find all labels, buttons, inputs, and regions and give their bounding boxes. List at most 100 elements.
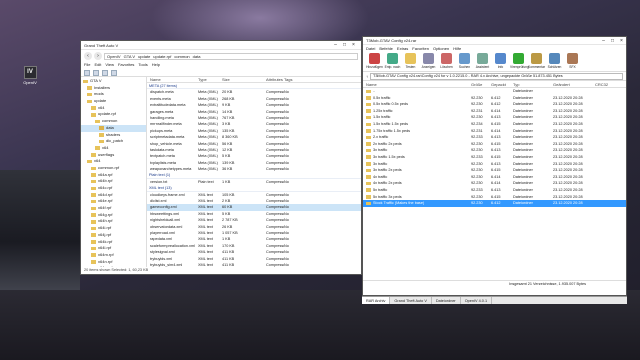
- explorer-titlebar[interactable]: Grand Theft Auto V – □ ×: [81, 41, 361, 50]
- menu-edit[interactable]: Edit: [94, 62, 101, 69]
- list-item[interactable]: 0.5x traffic 92.230 6.412 Dateiordner 23.12.…: [363, 95, 626, 102]
- tree-item[interactable]: x64: [81, 145, 146, 152]
- breadcrumb-item[interactable]: OpenIV: [107, 54, 121, 59]
- menu-file[interactable]: File: [84, 62, 90, 69]
- tool-button[interactable]: Testen: [402, 53, 419, 70]
- forward-button[interactable]: ›: [94, 52, 102, 60]
- list-item[interactable]: Stock Traffic (Makes the base) 92.230 6.41…: [363, 200, 626, 207]
- tree-item[interactable]: mods: [81, 91, 146, 98]
- edit-mode-icon[interactable]: [93, 70, 99, 76]
- tool-button[interactable]: Kommentar: [528, 53, 545, 70]
- tool-button[interactable]: Löschen: [438, 53, 455, 70]
- taskbar-item[interactable]: RAR Archiv: [362, 297, 391, 304]
- breadcrumb-item[interactable]: common: [174, 54, 189, 59]
- tree-item[interactable]: shaders: [81, 132, 146, 139]
- list-item[interactable]: 3x traffic 92.230 6.413 Dateiordner 23.12.20…: [363, 147, 626, 154]
- col-name[interactable]: Name: [147, 77, 198, 82]
- tree-item[interactable]: x64a.rpf: [81, 172, 146, 179]
- tree-item[interactable]: x64: [81, 105, 146, 112]
- tool-button[interactable]: Hinzufügen: [366, 53, 383, 70]
- tool-button[interactable]: Entp. nach: [384, 53, 401, 70]
- taskbar-item[interactable]: OpenIV 4.0.1: [461, 297, 493, 304]
- new-folder-icon[interactable]: [84, 70, 90, 76]
- breadcrumb-item[interactable]: data: [193, 54, 201, 59]
- table-row[interactable]: version.txtPlain text1 KBCompressed (Enc…: [147, 179, 361, 185]
- tree-item[interactable]: x64f.rpf: [81, 205, 146, 212]
- desktop-icon-openiv[interactable]: IV OpenIV: [20, 66, 40, 85]
- back-button[interactable]: ‹: [84, 52, 92, 60]
- maximize-button[interactable]: □: [608, 38, 617, 44]
- breadcrumb[interactable]: OpenIV GTA V update update.rpf common da…: [104, 52, 358, 60]
- tool-button[interactable]: Info: [492, 53, 509, 70]
- col-size[interactable]: Size: [222, 77, 266, 82]
- tree-item[interactable]: x64l.rpf: [81, 245, 146, 252]
- menu-extras[interactable]: Extras: [397, 45, 408, 52]
- list-item[interactable]: 5x traffic 3x peds 92.230 6.415 Dateiordner…: [363, 194, 626, 201]
- up-folder-icon[interactable]: ↑: [366, 74, 368, 79]
- menu-favorites[interactable]: Favorites: [118, 62, 134, 69]
- breadcrumb-item[interactable]: update.rpf: [153, 54, 171, 59]
- list-item[interactable]: 1.5x traffic 1.5x peds 92.234 6.415 Dateior…: [363, 121, 626, 128]
- tree-item[interactable]: update.rpf: [81, 111, 146, 118]
- menu-favoriten[interactable]: Favoriten: [412, 45, 429, 52]
- tree-item[interactable]: x64g.rpf: [81, 212, 146, 219]
- tree-item[interactable]: data: [81, 124, 146, 132]
- col-packed[interactable]: Gepackt: [491, 82, 513, 87]
- tree-item[interactable]: x64n.rpf: [81, 259, 146, 266]
- tree-item[interactable]: dlc_patch: [81, 138, 146, 145]
- col-name[interactable]: Name: [363, 82, 471, 87]
- minimize-button[interactable]: –: [331, 42, 340, 48]
- tree-item[interactable]: x64c.rpf: [81, 185, 146, 192]
- tool-button[interactable]: SFX: [564, 53, 581, 70]
- tree-item[interactable]: common: [81, 118, 146, 125]
- minimize-button[interactable]: –: [599, 38, 608, 44]
- breadcrumb-item[interactable]: GTA V: [124, 54, 135, 59]
- tree-item[interactable]: x64i.rpf: [81, 225, 146, 232]
- list-item[interactable]: 4x traffic 2x peds 92.230 6.414 Dateiordner…: [363, 180, 626, 187]
- menu-tools[interactable]: Tools: [138, 62, 147, 69]
- tree-item[interactable]: userflags: [81, 152, 146, 159]
- list-item[interactable]: 2.x traffic 92.233 6.413 Dateiordner 23.12.2…: [363, 134, 626, 141]
- breadcrumb-item[interactable]: update: [138, 54, 150, 59]
- list-item[interactable]: .. Dateiordner: [363, 88, 626, 95]
- list-item[interactable]: 1.5x traffic 92.230 6.413 Dateiordner 23.12.…: [363, 114, 626, 121]
- list-item[interactable]: 5x traffic 92.233 6.413 Dateiordner 23.12.20…: [363, 187, 626, 194]
- view-icon[interactable]: [102, 70, 108, 76]
- close-button[interactable]: ×: [617, 38, 626, 44]
- menu-befehle[interactable]: Befehle: [379, 45, 393, 52]
- taskbar-item[interactable]: Dateiordner: [432, 297, 461, 304]
- tree-item[interactable]: GTA V: [81, 78, 146, 85]
- tool-button[interactable]: Anzeigen: [420, 53, 437, 70]
- menu-datei[interactable]: Datei: [366, 45, 375, 52]
- list-item[interactable]: 2x traffic 2x peds 92.230 6.415 Dateiordner…: [363, 141, 626, 148]
- col-type[interactable]: Typ: [513, 82, 553, 87]
- col-size[interactable]: Größe: [471, 82, 491, 87]
- tree-item[interactable]: Installers: [81, 85, 146, 92]
- tree-item[interactable]: common.rpf: [81, 165, 146, 172]
- tree-item[interactable]: x64: [81, 158, 146, 165]
- tree-item[interactable]: x64j.rpf: [81, 232, 146, 239]
- menu-view[interactable]: View: [105, 62, 114, 69]
- list-item[interactable]: 1.25x traffic 92.231 6.414 Dateiordner 23.12…: [363, 108, 626, 115]
- list-item[interactable]: 3x traffic 1.5x peds 92.233 6.415 Dateiordn…: [363, 154, 626, 161]
- archive-path[interactable]: T3Mob-GTAV Config v24.rar\Config v24 for…: [370, 72, 623, 80]
- tree-item[interactable]: x64m.rpf: [81, 252, 146, 259]
- tree-item[interactable]: x64h.rpf: [81, 218, 146, 225]
- list-item[interactable]: 3x traffic 2x peds 92.230 6.415 Dateiordner…: [363, 167, 626, 174]
- tool-button[interactable]: Suchen: [456, 53, 473, 70]
- list-item[interactable]: 3x traffic 92.230 6.413 Dateiordner 23.12.20…: [363, 161, 626, 168]
- close-button[interactable]: ×: [349, 42, 358, 48]
- menu-help[interactable]: Help: [152, 62, 160, 69]
- col-type[interactable]: Type: [198, 77, 222, 82]
- tree-item[interactable]: x64k.rpf: [81, 239, 146, 246]
- taskbar-item[interactable]: Grand Theft Auto V: [390, 297, 432, 304]
- tree-item[interactable]: x64b.rpf: [81, 178, 146, 185]
- winrar-titlebar[interactable]: T3Mob-GTAV Config v24.rar – □ ×: [363, 37, 626, 45]
- export-icon[interactable]: [111, 70, 117, 76]
- table-row[interactable]: weaponarchetypes.meta Meta (XML) 36 KB Comp…: [147, 166, 361, 172]
- menu-optionen[interactable]: Optionen: [433, 45, 449, 52]
- col-attributes[interactable]: Attributes: [266, 77, 284, 82]
- list-item[interactable]: 1.75x traffic 1.5x peds 92.231 6.414 Dateio…: [363, 128, 626, 135]
- tool-button[interactable]: Schützen: [546, 53, 563, 70]
- tree-item[interactable]: x64e.rpf: [81, 198, 146, 205]
